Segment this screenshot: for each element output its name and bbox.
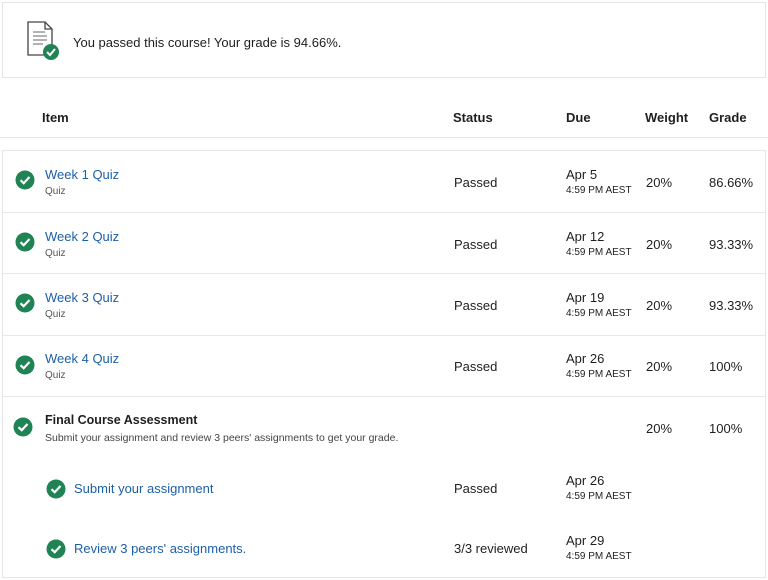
column-header-due: Due: [566, 110, 591, 125]
status-text: 3/3 reviewed: [454, 541, 528, 556]
weight-value: 20%: [646, 298, 673, 313]
check-circle-icon: [46, 539, 66, 559]
due-date: Apr 19: [566, 290, 605, 305]
column-header-status: Status: [453, 110, 493, 125]
due-date: Apr 5: [566, 167, 598, 182]
week-4-quiz-link[interactable]: Week 4 Quiz: [45, 351, 119, 366]
check-circle-icon: [15, 170, 35, 190]
table-row: Week 4 Quiz Quiz Passed Apr 26 4:59 PM A…: [3, 336, 765, 397]
grade-message: You passed this course! Your grade is 94…: [73, 35, 342, 50]
course-passed-banner: You passed this course! Your grade is 94…: [2, 2, 766, 78]
due-date: Apr 12: [566, 229, 605, 244]
table-row: Week 3 Quiz Quiz Passed Apr 19 4:59 PM A…: [3, 274, 765, 336]
status-text: Passed: [454, 359, 498, 374]
check-circle-icon: [13, 417, 33, 437]
table-row: Week 1 Quiz Quiz Passed Apr 5 4:59 PM AE…: [3, 151, 765, 213]
item-type-label: Quiz: [45, 309, 66, 320]
status-text: Passed: [454, 481, 498, 496]
week-1-quiz-link[interactable]: Week 1 Quiz: [45, 167, 119, 182]
table-row: Week 2 Quiz Quiz Passed Apr 12 4:59 PM A…: [3, 213, 765, 274]
review-peers-link[interactable]: Review 3 peers' assignments.: [74, 541, 246, 556]
due-time: 4:59 PM AEST: [566, 308, 632, 319]
due-time: 4:59 PM AEST: [566, 491, 632, 502]
due-date: Apr 26: [566, 473, 605, 488]
check-circle-icon: [15, 293, 35, 313]
check-circle-icon: [46, 479, 66, 499]
weight-value: 20%: [646, 421, 673, 436]
status-text: Passed: [454, 175, 498, 190]
status-text: Passed: [454, 237, 498, 252]
column-header-item: Item: [42, 110, 69, 125]
final-assessment-group: Final Course Assessment Submit your assi…: [3, 397, 765, 578]
weight-value: 20%: [646, 237, 673, 252]
check-circle-icon: [15, 355, 35, 375]
final-assessment-title: Final Course Assessment: [45, 413, 198, 427]
table-header: Item Status Due Weight Grade: [0, 98, 768, 138]
item-type-label: Quiz: [45, 186, 66, 197]
grade-value: 93.33%: [709, 298, 754, 313]
status-text: Passed: [454, 298, 498, 313]
final-assessment-description: Submit your assignment and review 3 peer…: [45, 432, 399, 444]
week-2-quiz-link[interactable]: Week 2 Quiz: [45, 229, 119, 244]
due-time: 4:59 PM AEST: [566, 551, 632, 562]
due-time: 4:59 PM AEST: [566, 185, 632, 196]
document-check-icon: [27, 21, 59, 60]
grade-value: 93.33%: [709, 237, 754, 252]
submit-assignment-link[interactable]: Submit your assignment: [74, 481, 213, 496]
due-time: 4:59 PM AEST: [566, 247, 632, 258]
weight-value: 20%: [646, 175, 673, 190]
column-header-weight: Weight: [645, 110, 689, 125]
check-circle-icon: [15, 232, 35, 252]
item-type-label: Quiz: [45, 248, 66, 259]
item-type-label: Quiz: [45, 370, 66, 381]
due-time: 4:59 PM AEST: [566, 369, 632, 380]
weight-value: 20%: [646, 359, 673, 374]
list-item: Review 3 peers' assignments. 3/3 reviewe…: [3, 519, 765, 578]
due-date: Apr 26: [566, 351, 605, 366]
grades-table-body: Week 1 Quiz Quiz Passed Apr 5 4:59 PM AE…: [2, 150, 766, 578]
grade-value: 86.66%: [709, 175, 754, 190]
week-3-quiz-link[interactable]: Week 3 Quiz: [45, 290, 119, 305]
grade-value: 100%: [709, 359, 743, 374]
list-item: Submit your assignment Passed Apr 26 4:5…: [3, 459, 765, 519]
due-date: Apr 29: [566, 533, 605, 548]
column-header-grade: Grade: [709, 110, 747, 125]
grade-value: 100%: [709, 421, 743, 436]
